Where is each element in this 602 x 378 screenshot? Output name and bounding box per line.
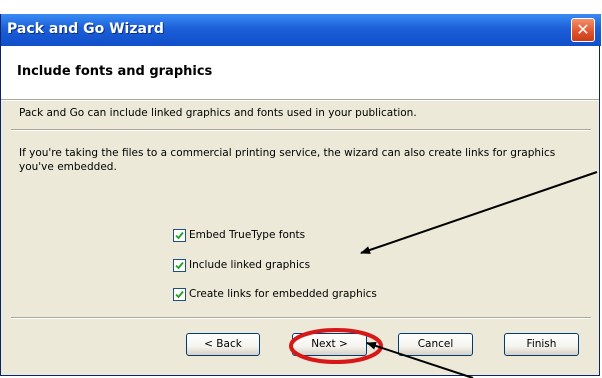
header-divider [1,99,599,101]
title-bar[interactable]: Pack and Go Wizard ✕ [1,14,601,46]
pack-and-go-wizard-dialog: Pack and Go Wizard ✕ Include fonts and g… [0,14,601,376]
description-line-2: If you're taking the files to a commerci… [19,147,556,173]
step-title: Include fonts and graphics [17,64,213,79]
wizard-header: Include fonts and graphics [1,46,599,99]
create-links-embedded-graphics-option[interactable]: Create links for embedded graphics [173,286,377,302]
checkmark-icon [175,231,184,239]
finish-button[interactable]: Finish [504,333,579,356]
embed-truetype-fonts-option[interactable]: Embed TrueType fonts [173,227,305,243]
create-links-embedded-graphics-checkbox[interactable] [173,287,186,301]
include-linked-graphics-option[interactable]: Include linked graphics [173,257,310,273]
description-divider [11,129,591,131]
description-line-1: Pack and Go can include linked graphics … [19,107,417,119]
checkmark-icon [175,261,184,269]
create-links-embedded-graphics-label: Create links for embedded graphics [189,288,377,300]
cancel-button[interactable]: Cancel [398,333,473,356]
window-title: Pack and Go Wizard [7,21,164,37]
include-linked-graphics-label: Include linked graphics [189,259,311,271]
embed-truetype-fonts-label: Embed TrueType fonts [189,229,306,241]
back-button[interactable]: < Back [186,333,260,356]
include-linked-graphics-checkbox[interactable] [173,258,186,272]
close-button[interactable]: ✕ [571,18,595,42]
button-area-divider [11,317,591,319]
checkmark-icon [175,290,184,298]
next-button[interactable]: Next > [292,333,367,356]
embed-truetype-fonts-checkbox[interactable] [173,228,186,242]
